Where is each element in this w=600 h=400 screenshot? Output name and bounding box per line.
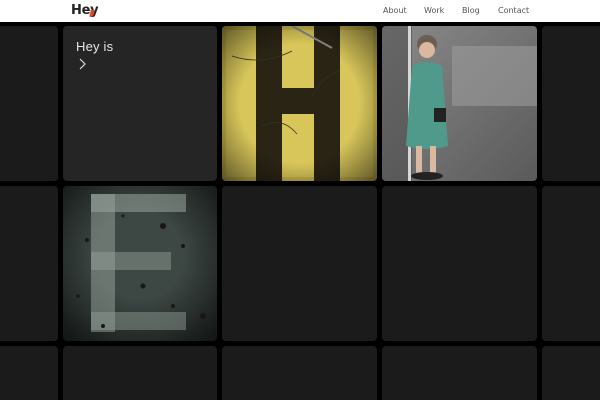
letter-e-photo [63,186,217,341]
grid-tile-edge-right [542,26,600,181]
letter-h-photo-tile[interactable] [222,26,377,181]
chevron-right-icon[interactable] [77,58,89,70]
nav-blog[interactable]: Blog [462,6,480,16]
figurine-photo [382,26,537,181]
nav-about[interactable]: About [383,6,407,16]
grid-tile [542,186,600,341]
letter-e-photo-tile[interactable] [63,186,217,341]
letter-h-photo [222,26,377,181]
figurine-photo-tile[interactable] [382,26,537,181]
main-nav: About Work Blog Contact [0,0,600,22]
intro-title: Hey is [76,39,114,54]
nav-work[interactable]: Work [424,6,444,16]
grid-tile-edge-left [0,26,58,181]
intro-tile[interactable]: Hey is [63,26,217,181]
grid-tile [0,346,58,400]
grid-tile [382,346,537,400]
top-header: Hey About Work Blog Contact [0,0,600,22]
grid-tile [63,346,217,400]
grid-tile [382,186,537,341]
grid-tile [222,346,377,400]
grid-tile [542,346,600,400]
nav-contact[interactable]: Contact [498,6,529,16]
grid-tile [0,186,58,341]
grid-tile [222,186,377,341]
